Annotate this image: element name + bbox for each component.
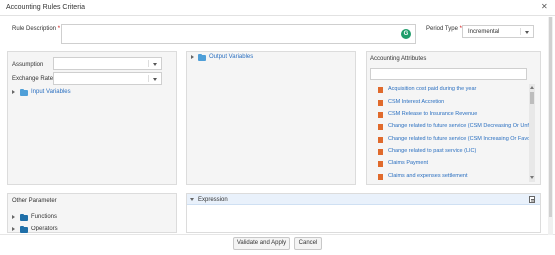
document-icon	[378, 100, 383, 106]
select-separator	[520, 28, 521, 35]
scroll-up-icon[interactable]	[530, 86, 534, 89]
notes-icon[interactable]	[529, 196, 535, 203]
attribute-item[interactable]: Change related to future service (CSM De…	[388, 123, 532, 129]
chevron-down-icon	[525, 30, 529, 34]
folder-icon	[20, 88, 28, 96]
document-icon	[378, 149, 383, 155]
document-icon	[378, 87, 383, 93]
expand-arrow-icon[interactable]	[12, 90, 15, 94]
attribute-item[interactable]: Claims and expenses settlement	[388, 173, 467, 179]
input-variables-node[interactable]: Input Variables	[31, 89, 71, 95]
period-type-value: Incremental	[468, 28, 500, 35]
close-icon[interactable]: ✕	[541, 3, 548, 11]
cancel-button[interactable]: Cancel	[294, 237, 322, 250]
rule-description-label-text: Rule Description	[12, 26, 57, 32]
grammarly-icon[interactable]: G	[401, 29, 411, 39]
required-mark: *	[57, 26, 61, 32]
document-icon	[378, 112, 383, 118]
expand-arrow-icon[interactable]	[12, 215, 15, 219]
document-icon	[378, 174, 383, 180]
expand-arrow-icon[interactable]	[191, 55, 194, 59]
period-type-select[interactable]: Incremental	[462, 25, 534, 38]
other-parameter-label: Other Parameter	[12, 198, 57, 204]
select-separator	[148, 60, 149, 67]
functions-node[interactable]: Functions	[31, 214, 57, 220]
document-icon	[378, 137, 383, 143]
rule-description-input[interactable]	[61, 24, 416, 44]
validate-and-apply-button[interactable]: Validate and Apply	[233, 237, 290, 250]
expand-arrow-icon[interactable]	[12, 227, 15, 231]
expression-header	[187, 194, 540, 205]
accounting-attributes-title: Accounting Attributes	[370, 56, 427, 62]
chevron-down-icon	[153, 77, 157, 81]
attribute-item[interactable]: Acquisition cost paid during the year	[388, 86, 476, 92]
expression-title: Expression	[198, 197, 228, 203]
dialog-title: Accounting Rules Criteria	[6, 4, 85, 11]
attribute-item[interactable]: Change related to future service (CSM In…	[388, 136, 530, 142]
page-scrollbar-thumb[interactable]	[549, 17, 552, 217]
chevron-down-icon	[153, 62, 157, 66]
folder-icon	[20, 213, 28, 221]
scroll-down-icon[interactable]	[530, 176, 534, 179]
output-variables-panel	[186, 51, 356, 185]
attribute-item[interactable]: CSM Interest Accretion	[388, 99, 444, 105]
rule-description-label: Rule Description *	[12, 26, 60, 32]
document-icon	[378, 161, 383, 167]
period-type-label: Period Type *	[426, 26, 462, 32]
exchange-rate-label: Exchange Rate	[12, 76, 54, 82]
footer-divider	[0, 234, 555, 235]
folder-icon	[20, 225, 28, 233]
assumption-select[interactable]	[53, 57, 162, 70]
scrollbar-thumb[interactable]	[530, 92, 534, 104]
output-variables-node[interactable]: Output Variables	[209, 54, 253, 60]
period-type-label-text: Period Type	[426, 26, 458, 32]
attribute-item[interactable]: CSM Release to Insurance Revenue	[388, 111, 477, 117]
assumption-label: Assumption	[12, 62, 44, 68]
attribute-item[interactable]: Claims Payment	[388, 160, 428, 166]
attributes-search-input[interactable]	[370, 68, 527, 80]
dialog-titlebar: Accounting Rules Criteria ✕	[0, 0, 555, 16]
exchange-rate-select[interactable]	[53, 72, 162, 85]
attribute-item[interactable]: Change related to past service (LIC)	[388, 148, 476, 154]
folder-icon	[198, 53, 206, 61]
collapse-arrow-icon[interactable]	[190, 198, 194, 201]
select-separator	[148, 75, 149, 82]
expression-input[interactable]	[190, 208, 535, 232]
document-icon	[378, 124, 383, 130]
operators-node[interactable]: Operators	[31, 226, 58, 231]
